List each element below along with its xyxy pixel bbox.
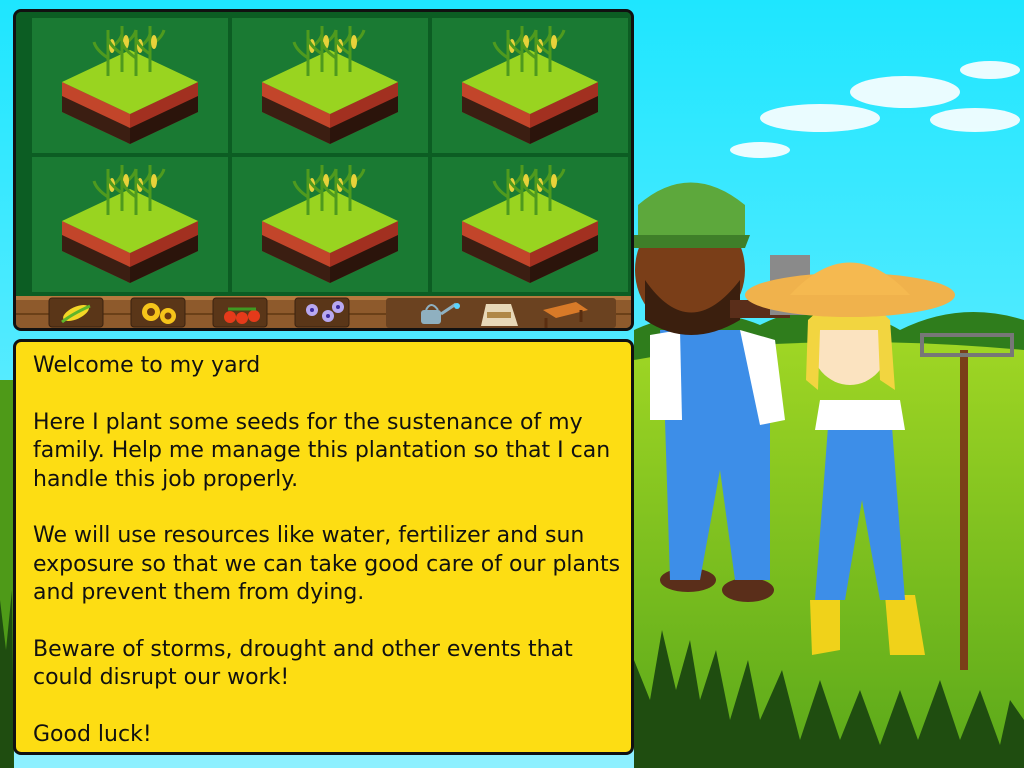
- garden-plot[interactable]: [432, 18, 628, 153]
- garden-plot[interactable]: [232, 18, 428, 153]
- dialog-paragraph-1: Here I plant some seeds for the sustenan…: [33, 409, 611, 492]
- dialog-paragraph-2: We will use resources like water, fertil…: [33, 523, 621, 606]
- garden-plot[interactable]: [232, 157, 428, 292]
- tomato-seed-button[interactable]: [212, 297, 268, 328]
- garden-board: [13, 9, 634, 331]
- dialog-paragraph-4: Good luck!: [33, 722, 152, 748]
- dialog-title: Welcome to my yard: [33, 353, 261, 378]
- garden-plot[interactable]: [32, 157, 228, 292]
- garden-plot[interactable]: [432, 157, 628, 292]
- toolbar: [16, 296, 631, 328]
- dialog-paragraph-3: Beware of storms, drought and other even…: [33, 637, 573, 691]
- flower-seed-button[interactable]: [294, 297, 350, 328]
- sunflower-seed-button[interactable]: [130, 297, 186, 328]
- garden-plot[interactable]: [32, 18, 228, 153]
- welcome-dialog: Welcome to my yard Here I plant some see…: [13, 339, 634, 755]
- corn-seed-button[interactable]: [48, 297, 104, 328]
- plot-grid: [16, 12, 631, 296]
